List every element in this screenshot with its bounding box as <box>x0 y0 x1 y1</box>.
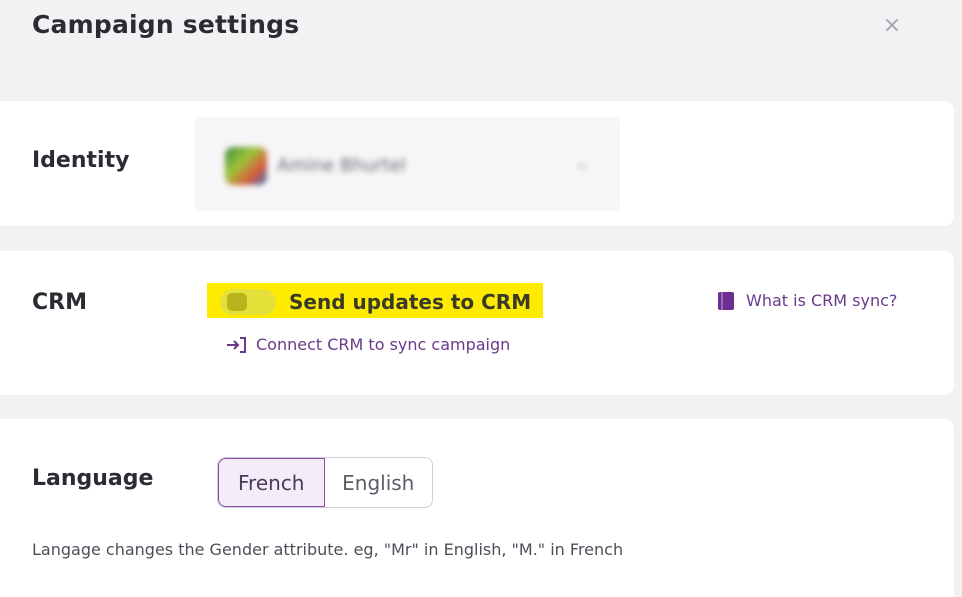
crm-help-text: What is CRM sync? <box>746 291 898 310</box>
identity-selected-value: Amine Bhurtel ⌄ <box>225 147 595 185</box>
crm-card: CRM Send updates to CRM What is CRM sync… <box>0 251 954 395</box>
crm-help-link[interactable]: What is CRM sync? <box>718 291 897 310</box>
campaign-settings-modal: Campaign settings × Identity Amine Bhurt… <box>0 0 962 597</box>
identity-dropdown[interactable]: Amine Bhurtel ⌄ <box>195 117 620 211</box>
avatar <box>225 147 267 185</box>
page-title: Campaign settings <box>32 10 300 39</box>
language-card: Language French English Langage changes … <box>0 419 954 597</box>
identity-label: Identity <box>32 148 130 173</box>
close-icon[interactable]: × <box>880 12 904 40</box>
modal-header: Campaign settings × <box>0 0 962 62</box>
crm-label: CRM <box>32 290 87 315</box>
language-toggle-group: French English <box>217 457 433 508</box>
chevron-down-icon: ⌄ <box>575 153 589 172</box>
crm-sync-toggle[interactable] <box>220 289 276 315</box>
identity-name: Amine Bhurtel <box>277 155 406 176</box>
connect-crm-link[interactable]: Connect CRM to sync campaign <box>226 335 510 354</box>
language-option-english[interactable]: English <box>325 458 433 507</box>
login-icon <box>226 336 248 354</box>
book-icon <box>718 291 734 310</box>
language-option-french[interactable]: French <box>218 458 325 507</box>
toggle-knob <box>227 293 247 311</box>
language-note: Langage changes the Gender attribute. eg… <box>32 540 624 559</box>
connect-crm-text: Connect CRM to sync campaign <box>256 335 511 354</box>
crm-toggle-label: Send updates to CRM <box>289 290 532 314</box>
identity-card: Identity Amine Bhurtel ⌄ <box>0 101 954 226</box>
language-label: Language <box>32 466 154 491</box>
